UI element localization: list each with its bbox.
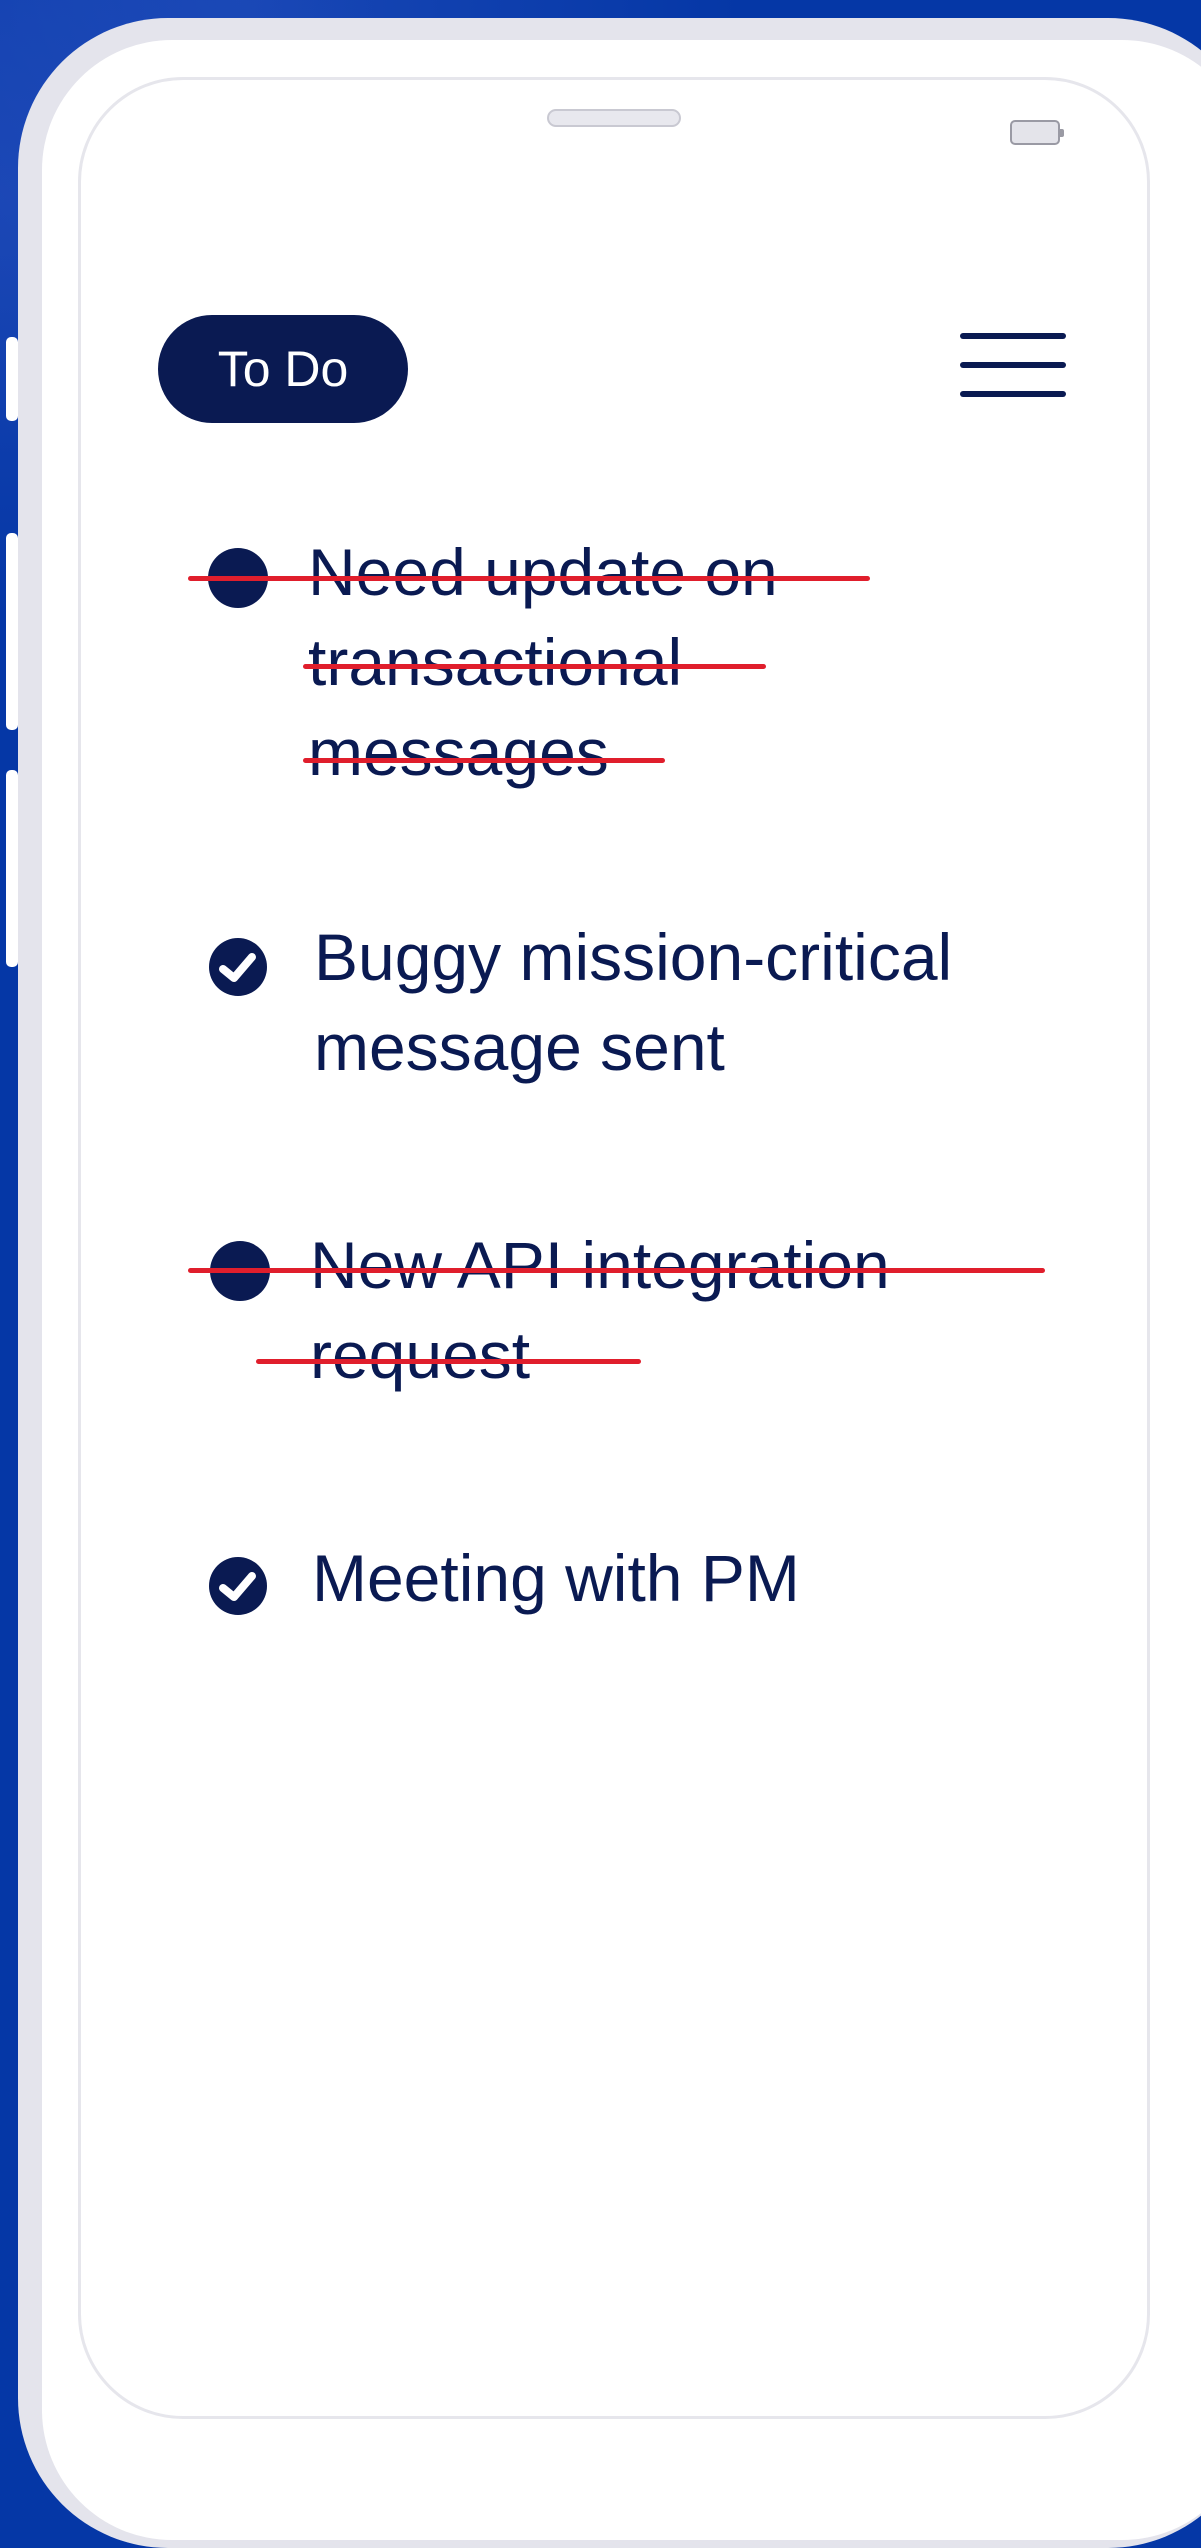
strike-line <box>256 1359 641 1364</box>
hamburger-menu-icon[interactable] <box>960 330 1066 402</box>
task-line: messages <box>308 715 609 789</box>
task-line: New API integration <box>310 1228 890 1302</box>
battery-tip <box>1060 129 1064 137</box>
check-icon[interactable] <box>208 1556 268 1616</box>
menu-line <box>960 391 1066 397</box>
side-button-mute <box>6 337 18 421</box>
menu-line <box>960 362 1066 368</box>
task-line: Meeting with PM <box>312 1541 800 1615</box>
speaker-grille <box>547 109 681 127</box>
task-line: message sent <box>314 1010 725 1084</box>
todo-title-button[interactable]: To Do <box>158 315 408 423</box>
strike-line <box>188 1268 1045 1273</box>
strike-line <box>303 758 665 763</box>
strike-line <box>303 664 766 669</box>
strike-line <box>188 576 870 581</box>
side-button-volume-up <box>6 533 18 730</box>
side-button-volume-down <box>6 770 18 967</box>
check-icon[interactable] <box>208 937 268 997</box>
task-line: Need update on <box>308 535 778 609</box>
task-line: transactional <box>308 625 683 699</box>
battery-icon <box>1010 120 1060 145</box>
task-line: request <box>310 1318 531 1392</box>
task-line: Buggy mission-critical <box>314 920 953 994</box>
menu-line <box>960 333 1066 339</box>
